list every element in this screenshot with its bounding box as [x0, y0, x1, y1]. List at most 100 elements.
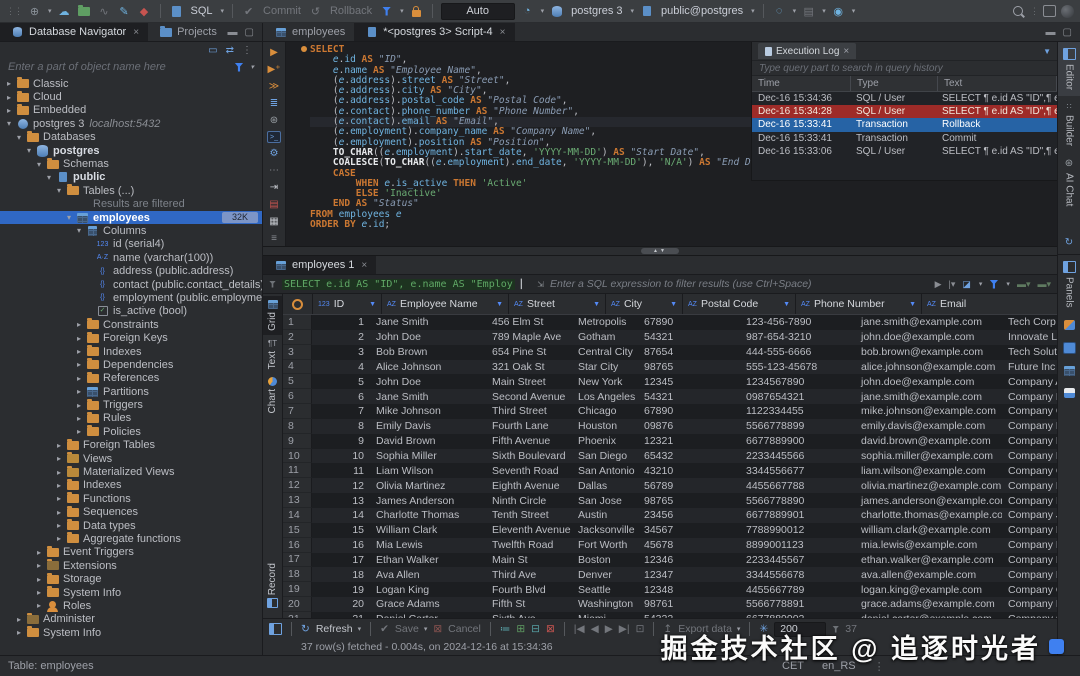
- grid-cell[interactable]: john.doe@example.com: [855, 330, 1002, 345]
- navigator-menu-icon[interactable]: ⋮: [242, 45, 252, 56]
- edit-cell-icon[interactable]: ≔: [500, 623, 511, 635]
- grid-cell[interactable]: San Jose: [572, 493, 638, 508]
- grid-cell[interactable]: Dallas: [572, 478, 638, 493]
- grid-cell[interactable]: Tenth Street: [486, 508, 572, 523]
- outline-icon[interactable]: ≡: [267, 232, 281, 245]
- tree-chevron-right-icon[interactable]: ▸: [34, 575, 44, 584]
- tree-item-system-info[interactable]: ▸System Info: [0, 586, 262, 599]
- maximize-panel-icon[interactable]: ▢: [245, 27, 254, 38]
- tree-chevron-right-icon[interactable]: ▸: [4, 106, 14, 115]
- tree-item-name-varchar-100[interactable]: A·Zname (varchar(100)): [0, 251, 262, 264]
- log-col-type[interactable]: Type: [851, 76, 938, 91]
- grid-cell[interactable]: Emily Davis: [370, 419, 486, 434]
- grid-cell[interactable]: 3344556678: [740, 567, 855, 582]
- grid-cell[interactable]: 34567: [638, 523, 740, 538]
- panel-option2-icon[interactable]: ▬▾: [1037, 279, 1051, 290]
- refresh-rail-icon[interactable]: ↻: [1058, 231, 1080, 254]
- grid-cell[interactable]: Austin: [572, 508, 638, 523]
- grid-col-header-postal-code[interactable]: AZPostal Code▼: [683, 294, 796, 314]
- panel-grouping-icon[interactable]: [1058, 336, 1080, 360]
- cloud-icon[interactable]: ☁: [57, 4, 72, 19]
- search-icon[interactable]: [1010, 4, 1025, 19]
- grid-cell[interactable]: Company M: [1002, 553, 1057, 568]
- rail-tab-text[interactable]: ¶T Text: [267, 335, 278, 373]
- more-icon[interactable]: ⋯: [267, 164, 281, 177]
- tab-projects[interactable]: Projects: [148, 23, 226, 41]
- tree-item-schemas[interactable]: ▾Schemas: [0, 157, 262, 170]
- row-number-cell[interactable]: 5: [283, 374, 312, 389]
- grid-cell[interactable]: 10: [312, 449, 370, 464]
- grid-cell[interactable]: Company H: [1002, 478, 1057, 493]
- grid-cell[interactable]: Washington: [572, 597, 638, 612]
- erase-dropdown[interactable]: ▾: [979, 280, 983, 288]
- grid-cell[interactable]: Company O: [1002, 582, 1057, 597]
- ai-assistant-icon[interactable]: ⊛: [267, 114, 281, 127]
- grid-row[interactable]: 2020Grace AdamsFifth StWashington9876155…: [283, 597, 1057, 612]
- tree-item-cloud[interactable]: ▸Cloud: [0, 90, 262, 103]
- grid-cell[interactable]: emily.davis@example.com: [855, 419, 1002, 434]
- grid-cell[interactable]: 5566778899: [740, 419, 855, 434]
- tree-item-storage[interactable]: ▸Storage: [0, 572, 262, 585]
- grid-cell[interactable]: 456 Elm St: [486, 315, 572, 330]
- grid-cell[interactable]: 987-654-3210: [740, 330, 855, 345]
- grid-cell[interactable]: Sophia Miller: [370, 449, 486, 464]
- grid-cell[interactable]: 4: [312, 360, 370, 375]
- run-new-icon[interactable]: ▶⁺: [267, 63, 281, 76]
- minimize-editor-icon[interactable]: ▬: [1046, 27, 1056, 38]
- grid-cell[interactable]: 12345: [638, 374, 740, 389]
- tree-item-system-info[interactable]: ▸System Info: [0, 626, 262, 639]
- grid-cell[interactable]: Company K: [1002, 523, 1057, 538]
- run-icon[interactable]: ▶: [267, 46, 281, 59]
- prev-page-icon[interactable]: ◀: [591, 623, 599, 635]
- grid-cell[interactable]: john.doe@example.com: [855, 374, 1002, 389]
- grid-cell[interactable]: 7788990012: [740, 523, 855, 538]
- grid-cell[interactable]: Tech Corp: [1002, 315, 1057, 330]
- row-number-cell[interactable]: 14: [283, 508, 312, 523]
- grid-cell[interactable]: John Doe: [370, 330, 486, 345]
- grid-row[interactable]: 11Jane Smith456 Elm StMetropolis67890123…: [283, 315, 1057, 330]
- grid-cell[interactable]: Fifth Avenue: [486, 434, 572, 449]
- tree-item-foreign-tables[interactable]: ▸Foreign Tables: [0, 439, 262, 452]
- sort-filter-icon[interactable]: ▼: [906, 301, 916, 308]
- tree-chevron-right-icon[interactable]: ▸: [14, 628, 24, 637]
- grid-cell[interactable]: 45678: [638, 538, 740, 553]
- expand-filter-icon[interactable]: ⇲: [537, 280, 544, 289]
- tree-item-indexes[interactable]: ▸Indexes: [0, 345, 262, 358]
- row-number-cell[interactable]: 7: [283, 404, 312, 419]
- tree-item-postgres-3[interactable]: ▾postgres 3localhost:5432: [0, 117, 262, 130]
- grid-row[interactable]: 1717Ethan WalkerMain StBoston12346223344…: [283, 553, 1057, 568]
- grid-cell[interactable]: Metropolis: [572, 315, 638, 330]
- grid-cell[interactable]: 6: [312, 389, 370, 404]
- rail-tab-chart[interactable]: Chart: [267, 373, 278, 417]
- commit-button[interactable]: Commit: [263, 5, 301, 17]
- erase-filter-icon[interactable]: ◪: [962, 279, 971, 290]
- grid-cell[interactable]: Olivia Martinez: [370, 478, 486, 493]
- grid-cell[interactable]: Mia Lewis: [370, 538, 486, 553]
- grid-cell[interactable]: 3: [312, 345, 370, 360]
- grid-cell[interactable]: Mike Johnson: [370, 404, 486, 419]
- grid-row[interactable]: 1111Liam WilsonSeventh RoadSan Antonio43…: [283, 463, 1057, 478]
- minimize-panel-icon[interactable]: ▬: [228, 27, 238, 38]
- sort-filter-icon[interactable]: ▼: [590, 301, 600, 308]
- tree-item-results-are-filtered[interactable]: Results are filtered: [0, 198, 262, 211]
- grid-cell[interactable]: Logan King: [370, 582, 486, 597]
- history-clock-icon[interactable]: ◔: [520, 4, 535, 19]
- grid-cell[interactable]: New York: [572, 374, 638, 389]
- grid-row[interactable]: 1010Sophia MillerSixth BoulevardSan Dieg…: [283, 449, 1057, 464]
- grid-cell[interactable]: John Doe: [370, 374, 486, 389]
- results-filter-bar[interactable]: SELECT e.id AS "ID", e.name AS "Employ ⎸…: [263, 275, 1057, 294]
- grid-cell[interactable]: grace.adams@example.com: [855, 597, 1002, 612]
- tree-item-partitions[interactable]: ▸Partitions: [0, 385, 262, 398]
- grid-cell[interactable]: 789 Maple Ave: [486, 330, 572, 345]
- grid-cell[interactable]: Alice Johnson: [370, 360, 486, 375]
- grid-cell[interactable]: 23456: [638, 508, 740, 523]
- grid-cell[interactable]: jane.smith@example.com: [855, 389, 1002, 404]
- grid-cell[interactable]: Company D: [1002, 419, 1057, 434]
- grid-cell[interactable]: Star City: [572, 360, 638, 375]
- grid-cell[interactable]: liam.wilson@example.com: [855, 463, 1002, 478]
- close-icon[interactable]: ×: [133, 27, 139, 38]
- tree-chevron-right-icon[interactable]: ▸: [74, 427, 84, 436]
- sql-editor-icon[interactable]: [169, 4, 184, 19]
- grid-cell[interactable]: Company N: [1002, 567, 1057, 582]
- connect-icon[interactable]: ∿: [97, 4, 112, 19]
